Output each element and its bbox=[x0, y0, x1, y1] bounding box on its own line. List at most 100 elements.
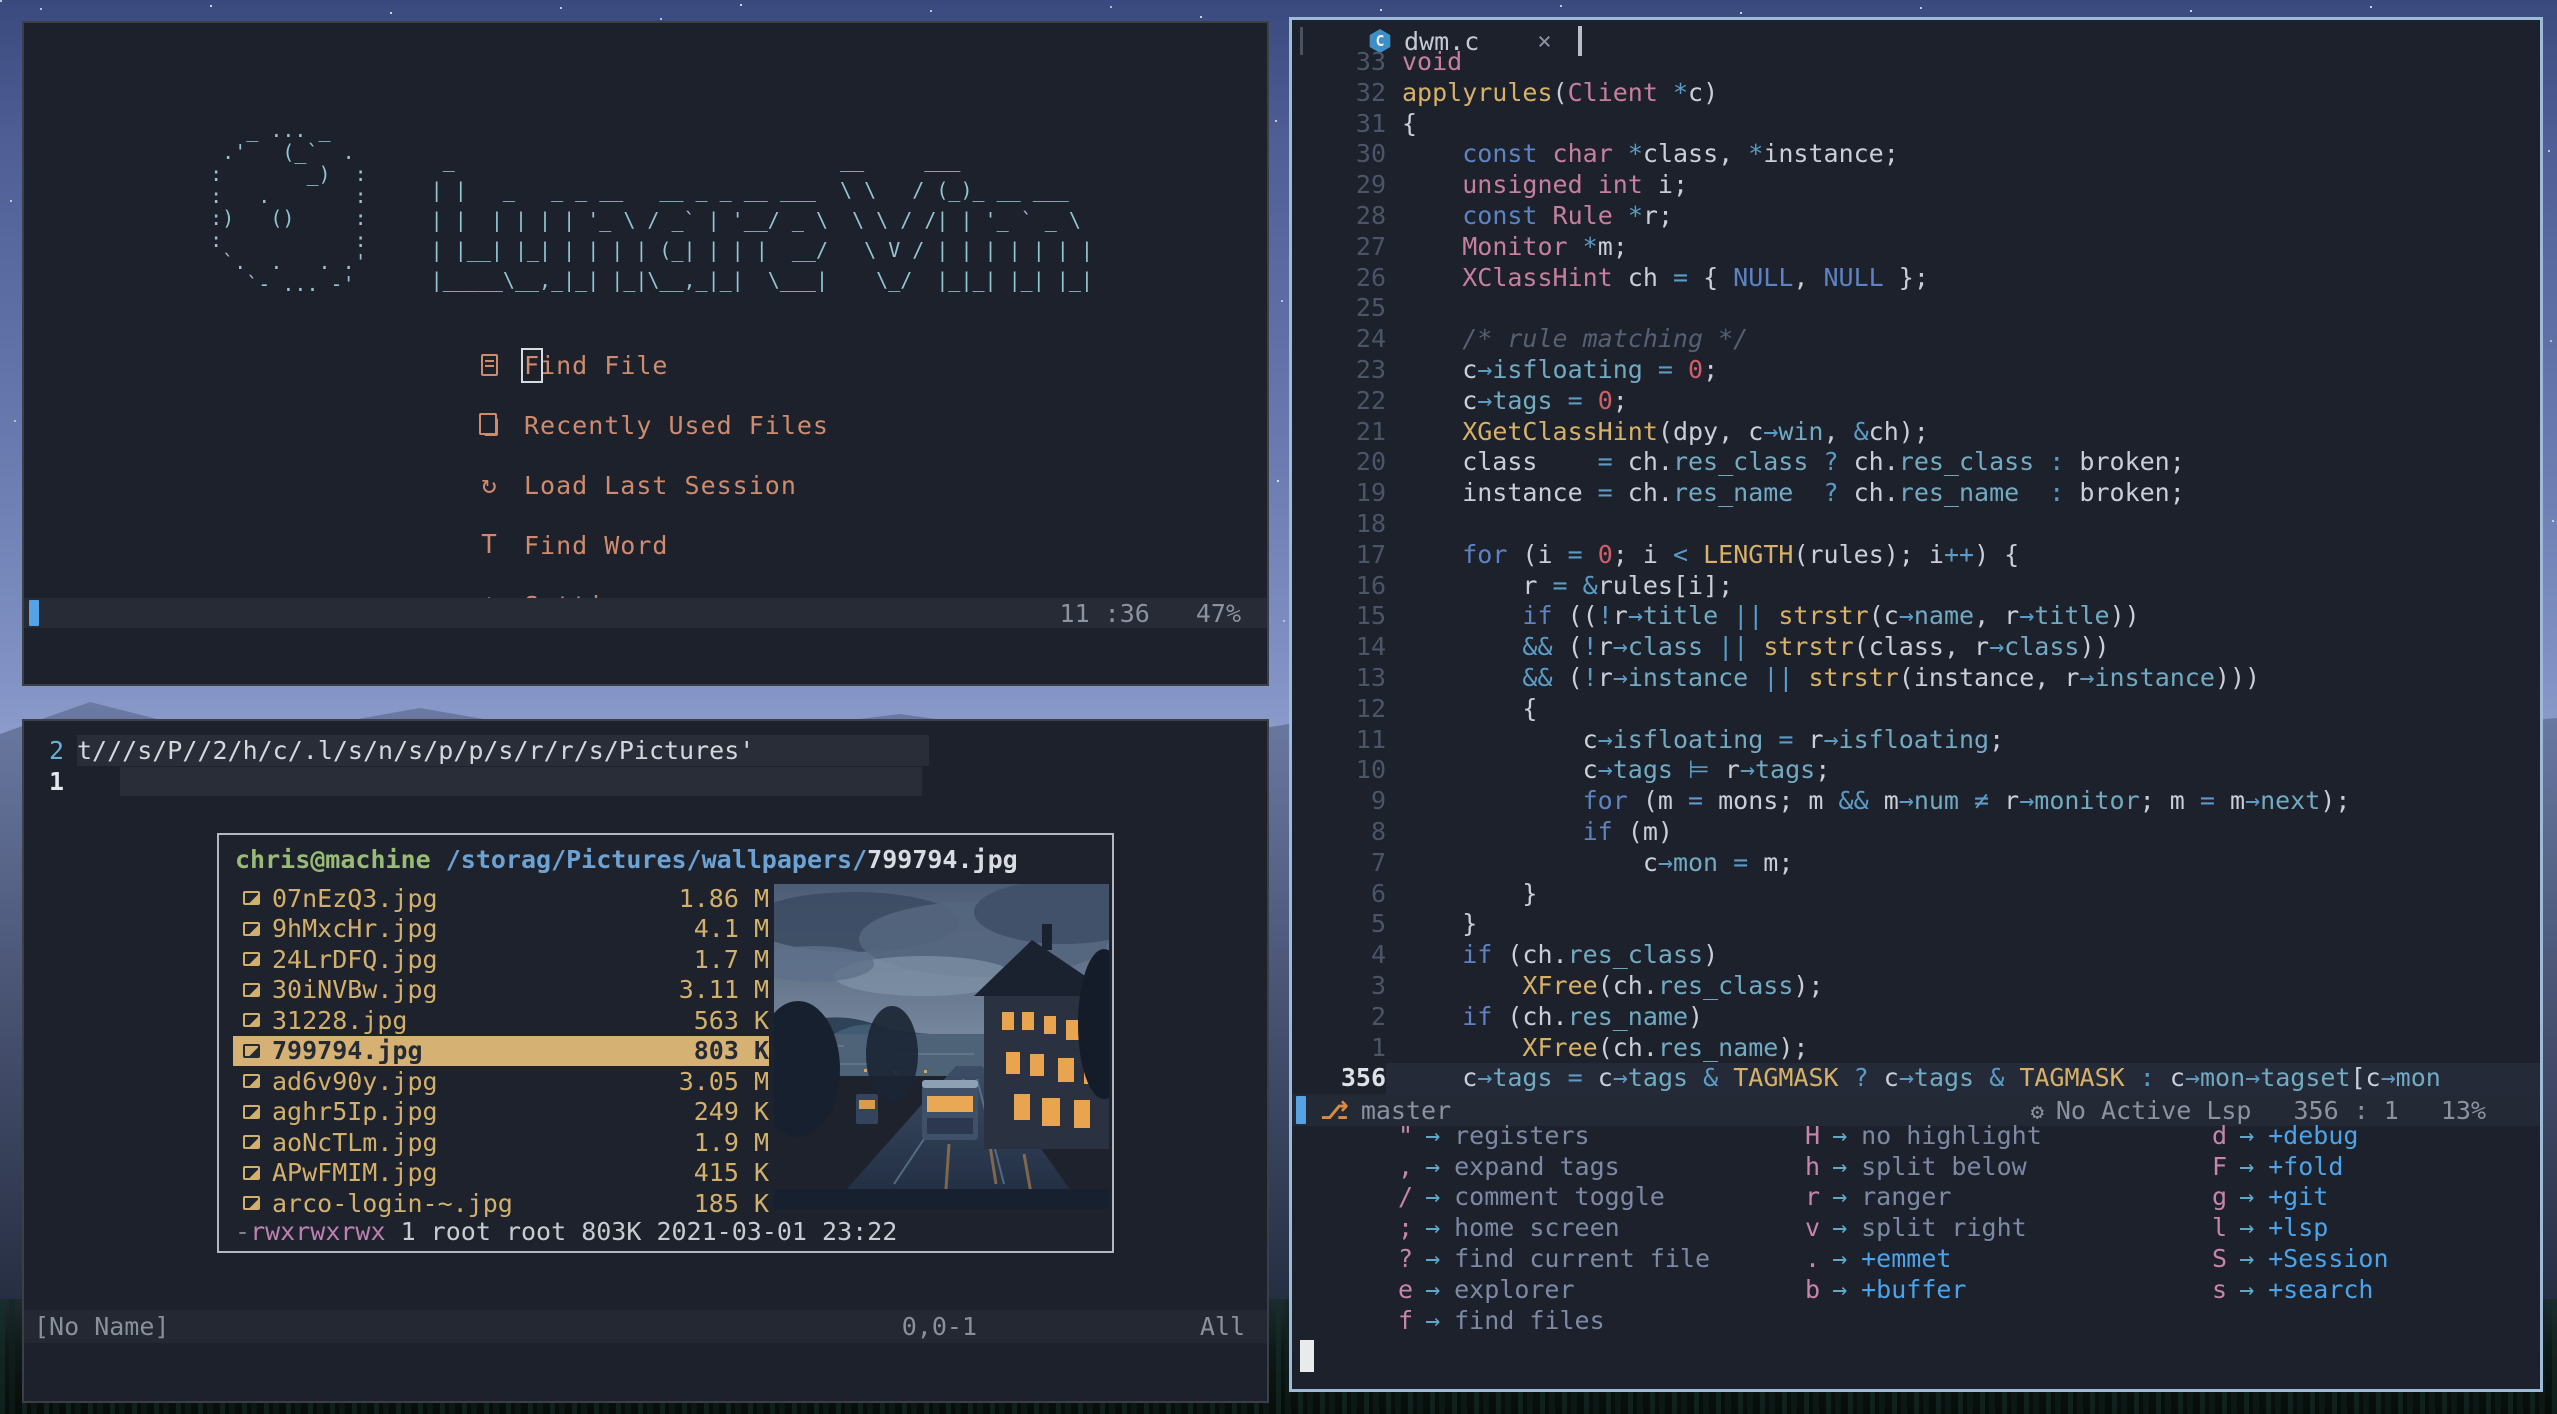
file-row[interactable]: 24LrDFQ.jpg 1.7 M bbox=[233, 944, 769, 975]
code-line[interactable]: 7 c→mon = m; bbox=[1292, 848, 2540, 879]
whichkey-binding-split-below[interactable]: h → split below bbox=[1805, 1151, 2042, 1182]
whichkey-key: " bbox=[1398, 1120, 1414, 1150]
code-area[interactable]: 33 void 32 applyrules(Client *c) 31{30 const… bbox=[1292, 47, 2540, 1095]
code-line[interactable]: 16 r = &rules[i]; bbox=[1292, 571, 2540, 602]
file-row[interactable]: ad6v90y.jpg 3.05 M bbox=[233, 1066, 769, 1097]
file-row[interactable]: APwFMIM.jpg 415 K bbox=[233, 1158, 769, 1189]
line-number: 24 bbox=[1355, 324, 1386, 354]
file-size: 185 K bbox=[693, 1188, 769, 1218]
file-name: 07nEzQ3.jpg bbox=[272, 883, 438, 913]
whichkey-binding--debug[interactable]: d → +debug bbox=[2212, 1120, 2389, 1151]
whichkey-binding--fold[interactable]: F → +fold bbox=[2212, 1151, 2389, 1182]
code-line[interactable]: 2 if (ch.res_name) bbox=[1292, 1002, 2540, 1033]
path-header: chris@machine /storag/Pictures/wallpaper… bbox=[235, 845, 1112, 874]
code-line[interactable]: 23 c→isfloating = 0; bbox=[1292, 355, 2540, 386]
file-name: aoNcTLm.jpg bbox=[272, 1127, 438, 1157]
whichkey-binding-split-right[interactable]: v → split right bbox=[1805, 1212, 2042, 1243]
code-line[interactable]: 29 unsigned int i; bbox=[1292, 170, 2540, 201]
code-line[interactable]: 28 const Rule *r; bbox=[1292, 201, 2540, 232]
whichkey-label: +Session bbox=[2268, 1244, 2389, 1274]
code-line[interactable]: 30 const char *class, *instance; bbox=[1292, 139, 2540, 170]
code-line[interactable]: 10 c→tags ⊨ r→tags; bbox=[1292, 755, 2540, 786]
whichkey-key: r bbox=[1805, 1182, 1821, 1212]
code-line[interactable]: 26 XClassHint ch = { NULL, NULL }; bbox=[1292, 263, 2540, 294]
code-line[interactable]: 18 bbox=[1292, 509, 2540, 540]
line-number: 31 bbox=[1355, 108, 1386, 138]
code-line[interactable]: 12 { bbox=[1292, 694, 2540, 725]
whichkey-binding-no-highlight[interactable]: H → no highlight bbox=[1805, 1120, 2042, 1151]
code-line[interactable]: 33 void bbox=[1292, 47, 2540, 78]
code-line[interactable]: 11 c→isfloating = r→isfloating; bbox=[1292, 725, 2540, 756]
whichkey-binding-find-current-file[interactable]: ? → find current file bbox=[1398, 1243, 1710, 1274]
file-row[interactable]: 07nEzQ3.jpg 1.86 M bbox=[233, 883, 769, 914]
image-file-icon bbox=[243, 1104, 260, 1119]
whichkey-label: +fold bbox=[2268, 1151, 2344, 1181]
whichkey-binding--session[interactable]: S → +Session bbox=[2212, 1243, 2389, 1274]
whichkey-binding--git[interactable]: g → +git bbox=[2212, 1182, 2389, 1213]
file-row[interactable]: 30iNVBw.jpg 3.11 M bbox=[233, 975, 769, 1006]
directory-path: /storag/Pictures/wallpapers/ bbox=[430, 845, 868, 874]
code-text: r = &rules[i]; bbox=[1402, 570, 1734, 600]
mode-indicator-bar bbox=[29, 600, 39, 626]
whichkey-binding-ranger[interactable]: r → ranger bbox=[1805, 1182, 2042, 1213]
whichkey-binding--emmet[interactable]: . → +emmet bbox=[1805, 1243, 2042, 1274]
starfield-decoration bbox=[0, 0, 2, 2]
whichkey-label: +git bbox=[2268, 1182, 2329, 1212]
code-line[interactable]: 13 && (!r→instance || strstr(instance, r… bbox=[1292, 663, 2540, 694]
arrow-icon: → bbox=[1832, 1120, 1848, 1150]
code-line[interactable]: 32 applyrules(Client *c) bbox=[1292, 78, 2540, 109]
whichkey-binding-home-screen[interactable]: ; → home screen bbox=[1398, 1212, 1710, 1243]
whichkey-binding--search[interactable]: s → +search bbox=[2212, 1274, 2389, 1305]
code-line[interactable]: 14 && (!r→class || strstr(class, r→class… bbox=[1292, 632, 2540, 663]
dashboard-menu: Find File Recently Used Files ↻ Load Last S… bbox=[24, 335, 1267, 635]
line-number: 14 bbox=[1355, 632, 1386, 662]
code-line[interactable]: 25 bbox=[1292, 293, 2540, 324]
whichkey-binding-comment-toggle[interactable]: / → comment toggle bbox=[1398, 1182, 1710, 1213]
code-line[interactable]: 27 Monitor *m; bbox=[1292, 232, 2540, 263]
arrow-icon: → bbox=[2239, 1120, 2255, 1150]
code-line[interactable]: 5 } bbox=[1292, 909, 2540, 940]
file-row[interactable]: aoNcTLm.jpg 1.9 M bbox=[233, 1127, 769, 1158]
code-line[interactable]: 20 class = ch.res_class ? ch.res_class :… bbox=[1292, 447, 2540, 478]
arrow-icon: → bbox=[1832, 1182, 1848, 1212]
buffer-line[interactable]: 1 bbox=[24, 766, 1267, 797]
buffer-line[interactable]: 2 t///s/P//2/h/c/.l/s/n/s/p/p/s/r/r/s/Pi… bbox=[24, 735, 1267, 766]
arrow-icon: → bbox=[1425, 1182, 1441, 1212]
code-line[interactable]: 24 /* rule matching */ bbox=[1292, 324, 2540, 355]
code-line[interactable]: 4 if (ch.res_class) bbox=[1292, 940, 2540, 971]
code-line[interactable]: 1 XFree(ch.res_name); bbox=[1292, 1033, 2540, 1064]
code-line[interactable]: 6 } bbox=[1292, 879, 2540, 910]
line-number: 5 bbox=[1370, 909, 1386, 939]
code-line[interactable]: 8 if (m) bbox=[1292, 817, 2540, 848]
code-text: class = ch.res_class ? ch.res_class : br… bbox=[1402, 447, 2185, 477]
file-row[interactable]: aghr5Ip.jpg 249 K bbox=[233, 1097, 769, 1128]
whichkey-binding--lsp[interactable]: l → +lsp bbox=[2212, 1212, 2389, 1243]
code-line[interactable]: 15 if ((!r→title || strstr(c→name, r→tit… bbox=[1292, 601, 2540, 632]
whichkey-binding-find-files[interactable]: f → find files bbox=[1398, 1305, 1710, 1336]
menu-item-load-last-session[interactable]: ↻ Load Last Session bbox=[24, 455, 1267, 515]
file-row[interactable]: 9hMxcHr.jpg 4.1 M bbox=[233, 914, 769, 945]
menu-item-find-word[interactable]: T Find Word bbox=[24, 515, 1267, 575]
image-file-icon bbox=[243, 921, 260, 936]
whichkey-binding-explorer[interactable]: e → explorer bbox=[1398, 1274, 1710, 1305]
whichkey-binding-registers[interactable]: " → registers bbox=[1398, 1120, 1710, 1151]
whichkey-key: e bbox=[1398, 1274, 1414, 1304]
menu-item-recently-used-files[interactable]: Recently Used Files bbox=[24, 395, 1267, 455]
arrow-icon: → bbox=[2239, 1182, 2255, 1212]
file-row[interactable]: 799794.jpg 803 K bbox=[233, 1035, 769, 1066]
code-line[interactable]: 9 for (m = mons; m && m→num ≠ r→monitor;… bbox=[1292, 786, 2540, 817]
code-line[interactable]: 19 instance = ch.res_name ? ch.res_name … bbox=[1292, 478, 2540, 509]
code-line[interactable]: 3 XFree(ch.res_class); bbox=[1292, 971, 2540, 1002]
whichkey-column: " → registers, → expand tags / → comment toggle… bbox=[1398, 1120, 1710, 1336]
code-line[interactable]: 17 for (i = 0; i < LENGTH(rules); i++) { bbox=[1292, 540, 2540, 571]
code-line-current[interactable]: 356 c→tags = c→tags & TAGMASK ? c→tags &… bbox=[1292, 1063, 2540, 1095]
menu-item-find-file[interactable]: Find File bbox=[24, 335, 1267, 395]
whichkey-binding--buffer[interactable]: b → +buffer bbox=[1805, 1274, 2042, 1305]
code-line[interactable]: 22 c→tags = 0; bbox=[1292, 386, 2540, 417]
file-row[interactable]: 31228.jpg 563 K bbox=[233, 1005, 769, 1036]
code-line[interactable]: 31 { bbox=[1292, 109, 2540, 140]
whichkey-binding-expand-tags[interactable]: , → expand tags bbox=[1398, 1151, 1710, 1182]
code-text: if (m) bbox=[1582, 816, 1673, 846]
file-row[interactable]: arco-login-~.jpg 185 K bbox=[233, 1188, 769, 1219]
code-line[interactable]: 21 XGetClassHint(dpy, c→win, &ch); bbox=[1292, 417, 2540, 448]
